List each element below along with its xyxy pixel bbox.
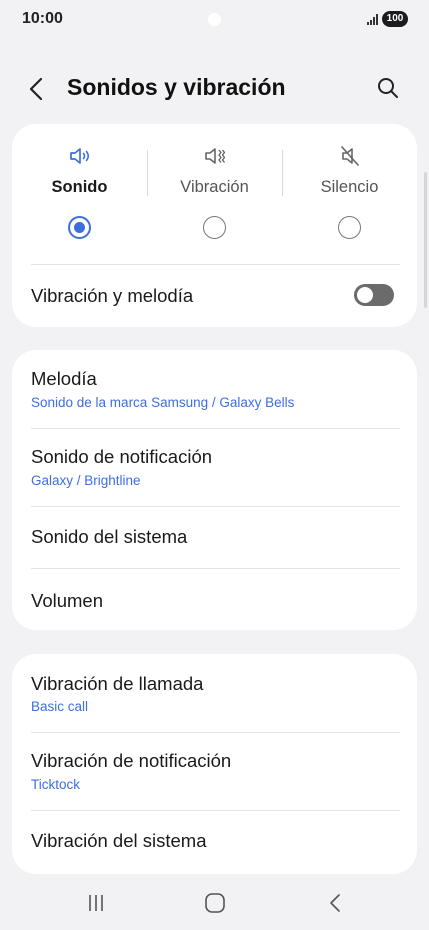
item-title: Vibración de notificación bbox=[31, 750, 232, 771]
divider bbox=[31, 264, 400, 265]
item-subtitle: Galaxy / Brightline bbox=[31, 473, 141, 488]
battery-badge: 100 bbox=[382, 11, 408, 27]
item-title: Sonido de notificación bbox=[31, 446, 213, 467]
mute-icon bbox=[341, 146, 359, 166]
list-item-volume[interactable]: Volumen bbox=[12, 568, 417, 630]
page-title: Sonidos y vibración bbox=[67, 74, 286, 100]
status-time: 10:00 bbox=[22, 10, 63, 27]
item-title: Melodía bbox=[31, 368, 97, 389]
sound-mode-card: Sonido Vibración Silencio Vibración y me… bbox=[12, 124, 417, 327]
item-title: Sonido del sistema bbox=[31, 526, 188, 547]
header: Sonidos y vibración bbox=[0, 62, 429, 116]
back-arrow-icon[interactable] bbox=[26, 76, 48, 102]
mode-label: Vibración bbox=[180, 178, 249, 196]
list-item-notification-vibration[interactable]: Vibración de notificación Ticktock bbox=[12, 732, 417, 810]
radio-mute[interactable] bbox=[338, 216, 361, 239]
item-subtitle: Sonido de la marca Samsung / Galaxy Bell… bbox=[31, 395, 295, 410]
mode-option-sound[interactable]: Sonido bbox=[12, 124, 147, 264]
radio-sound[interactable] bbox=[68, 216, 91, 239]
status-bar: 10:00 100 bbox=[0, 0, 429, 40]
item-subtitle: Basic call bbox=[31, 699, 89, 714]
item-title: Vibración de llamada bbox=[31, 673, 204, 694]
vibrate-with-ringtone-toggle[interactable] bbox=[354, 284, 394, 306]
navigation-bar bbox=[0, 874, 429, 930]
list-item-system-vibration[interactable]: Vibración del sistema bbox=[12, 810, 417, 872]
list-item-ringtone[interactable]: Melodía Sonido de la marca Samsung / Gal… bbox=[12, 350, 417, 428]
radio-vibrate[interactable] bbox=[203, 216, 226, 239]
sound-settings-card: Melodía Sonido de la marca Samsung / Gal… bbox=[12, 350, 417, 630]
mode-option-vibrate[interactable]: Vibración bbox=[147, 124, 282, 264]
list-item-system-sound[interactable]: Sonido del sistema bbox=[12, 506, 417, 568]
camera-cutout bbox=[208, 13, 221, 26]
vibration-settings-card: Vibración de llamada Basic call Vibració… bbox=[12, 654, 417, 874]
scrollbar[interactable] bbox=[424, 172, 427, 308]
back-nav-icon[interactable] bbox=[322, 892, 348, 914]
search-icon[interactable] bbox=[376, 76, 400, 100]
signal-icon bbox=[367, 14, 378, 25]
home-icon[interactable] bbox=[202, 892, 228, 914]
mode-option-mute[interactable]: Silencio bbox=[282, 124, 417, 264]
item-subtitle: Ticktock bbox=[31, 777, 81, 792]
list-item-notification-sound[interactable]: Sonido de notificación Galaxy / Brightli… bbox=[12, 428, 417, 506]
item-title: Vibración del sistema bbox=[31, 830, 207, 851]
list-item-call-vibration[interactable]: Vibración de llamada Basic call bbox=[12, 654, 417, 732]
mode-label: Sonido bbox=[51, 178, 108, 196]
item-title: Volumen bbox=[31, 590, 103, 611]
speaker-icon bbox=[70, 148, 90, 164]
vibrate-with-ringtone-label[interactable]: Vibración y melodía bbox=[31, 285, 193, 307]
vibrate-icon bbox=[205, 148, 226, 164]
recent-apps-icon[interactable] bbox=[83, 892, 109, 914]
mode-label: Silencio bbox=[320, 178, 379, 196]
